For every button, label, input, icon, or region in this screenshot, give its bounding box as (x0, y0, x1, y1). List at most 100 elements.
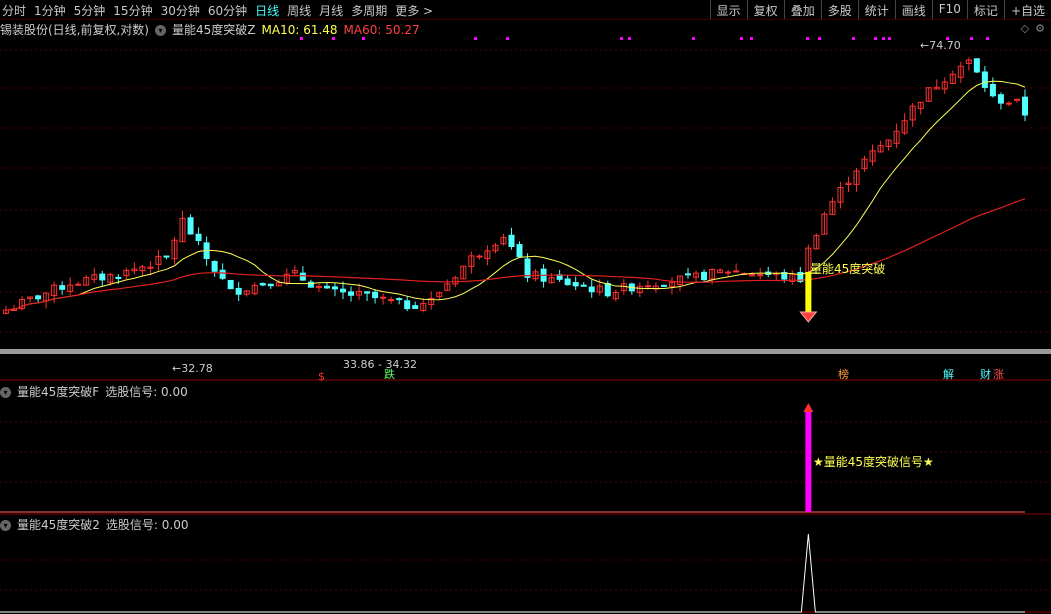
candle-body (227, 279, 234, 290)
candle-body (35, 295, 42, 300)
candle (187, 214, 194, 235)
candle (219, 263, 226, 281)
candle (243, 290, 250, 297)
candle (757, 268, 764, 280)
top-marker-dot (692, 37, 695, 40)
candle (372, 289, 379, 304)
candle-body (115, 276, 122, 279)
candle-body (508, 234, 515, 247)
event-zhang: 涨 (993, 368, 1004, 381)
candle (1022, 89, 1028, 122)
candle (989, 77, 996, 98)
top-marker-dot (628, 37, 631, 40)
candle-body (388, 299, 395, 302)
candle (396, 297, 403, 305)
candle (139, 264, 146, 277)
candle (171, 237, 178, 265)
candle (476, 254, 483, 260)
candle-body (259, 282, 266, 286)
top-marker-dot (882, 37, 885, 40)
candle-body (187, 217, 194, 235)
candle (861, 155, 868, 172)
candle-body (685, 273, 692, 276)
top-marker-dot (620, 37, 623, 40)
candle (885, 139, 892, 151)
candle-body (1005, 102, 1012, 105)
event-die: 跌 (384, 367, 395, 381)
candle (195, 227, 202, 246)
candle-body (267, 283, 274, 287)
candle (572, 276, 579, 291)
candle (636, 282, 643, 298)
candle-body (997, 94, 1004, 104)
candle (845, 176, 852, 193)
candle (364, 291, 371, 301)
candle (941, 77, 948, 94)
candle (91, 267, 98, 284)
top-marker-dot (750, 37, 753, 40)
candle (628, 282, 635, 295)
candle-body (981, 71, 988, 88)
candle-body (348, 291, 355, 296)
stock-chart[interactable]: ←32.78 33.86 - 34.32 ←74.70 量能45度突破 $ 跌 榜 解 财涨 ★量… (0, 0, 1051, 614)
candle (701, 269, 708, 282)
candle (348, 286, 355, 302)
candle (733, 263, 740, 273)
candle (444, 279, 451, 291)
signal-text-label: 量能45度突破 (810, 261, 885, 276)
signal-bar (805, 272, 812, 312)
candle (676, 275, 683, 292)
candle-body (604, 283, 611, 297)
candle (564, 274, 571, 286)
candle (685, 267, 692, 279)
candle (83, 274, 90, 286)
candle (468, 251, 475, 274)
top-marker-dot (806, 37, 809, 40)
event-bang: 榜 (838, 367, 849, 381)
candle-body (1022, 96, 1028, 116)
candle (717, 268, 724, 274)
candle-body (396, 298, 403, 301)
candle-body (524, 258, 531, 278)
candle (75, 281, 82, 287)
candle (508, 227, 515, 250)
low-marker-label: ←32.78 (172, 362, 213, 375)
candle (404, 296, 411, 312)
top-marker-dot (300, 37, 303, 40)
top-marker-dot (970, 37, 973, 40)
candle (420, 298, 427, 313)
candle-body (580, 284, 587, 287)
candle (428, 291, 435, 310)
candle (19, 296, 26, 311)
panel2-signal-label: ★量能45度突破信号★ (813, 454, 934, 469)
candle (813, 233, 820, 250)
candle-body (516, 244, 523, 258)
candle (869, 144, 876, 166)
candle (59, 281, 66, 295)
candle (973, 58, 980, 74)
candle (179, 210, 186, 243)
candle (749, 271, 756, 277)
candle-body (380, 296, 387, 299)
candle-body (973, 58, 980, 73)
candle (901, 113, 908, 135)
candle (131, 262, 138, 275)
top-marker-dot (818, 37, 821, 40)
candle (765, 266, 772, 278)
candle (556, 269, 563, 283)
event-dollar: $ (318, 370, 325, 383)
candle (949, 70, 956, 85)
candle (203, 236, 210, 266)
candle-body (701, 271, 708, 281)
candle (500, 233, 507, 246)
top-marker-dot (740, 37, 743, 40)
candle-body (412, 305, 419, 309)
top-marker-dot (362, 37, 365, 40)
candle (460, 265, 467, 280)
candle-body (372, 291, 379, 299)
candle-body (644, 285, 651, 288)
candle (917, 101, 924, 115)
candle (99, 270, 106, 287)
range-marker-label: 33.86 - 34.32 (343, 358, 417, 371)
panel2-signal-bar (805, 410, 812, 512)
